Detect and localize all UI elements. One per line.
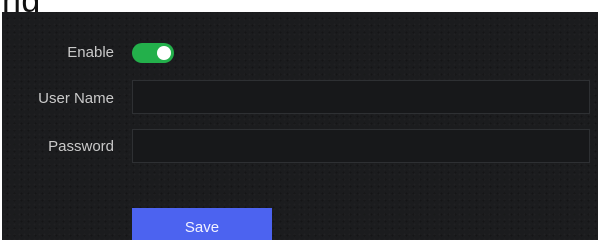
password-input[interactable] — [132, 129, 590, 163]
save-button[interactable]: Save — [132, 208, 272, 240]
user-name-label: User Name — [38, 90, 114, 107]
user-name-input[interactable] — [132, 80, 590, 114]
enable-label: Enable — [67, 44, 114, 61]
settings-panel: Enable User Name Password Save — [2, 12, 598, 240]
enable-toggle[interactable] — [132, 43, 174, 63]
toggle-knob — [157, 46, 171, 60]
page: ng Enable User Name Password Save — [0, 0, 600, 240]
password-label: Password — [48, 138, 114, 155]
